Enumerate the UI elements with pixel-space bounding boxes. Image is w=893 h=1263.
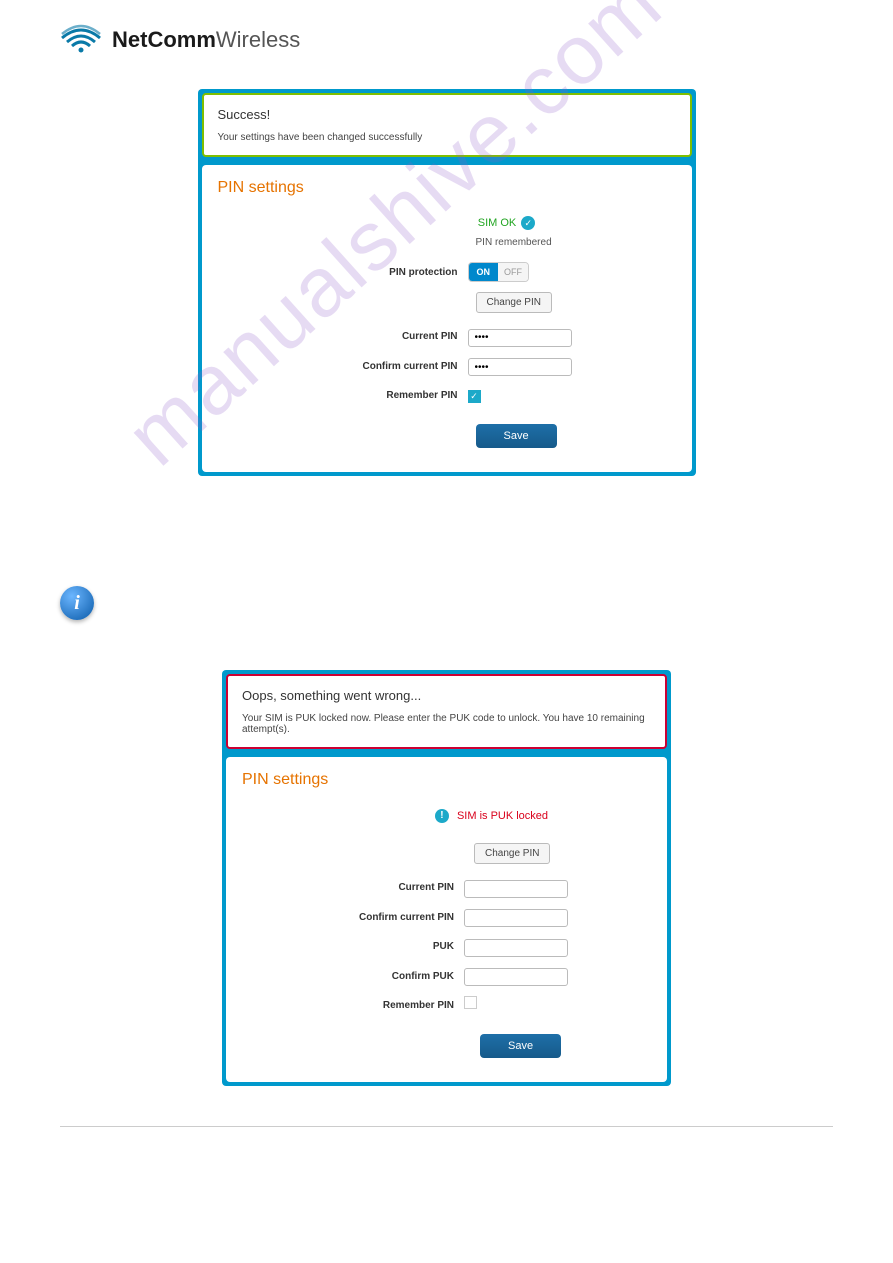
panel-title: PIN settings	[218, 179, 676, 197]
confirm-current-pin-label-2: Confirm current PIN	[242, 912, 464, 923]
confirm-current-pin-label: Confirm current PIN	[218, 361, 468, 372]
remember-pin-label: Remember PIN	[218, 390, 468, 401]
current-pin-input[interactable]	[468, 329, 572, 347]
info-note: i	[60, 586, 833, 620]
puk-label: PUK	[242, 941, 464, 952]
screenshot-success: Success! Your settings have been changed…	[198, 89, 696, 476]
brand-light: Wireless	[216, 27, 300, 52]
change-pin-button-locked[interactable]: Change PIN	[474, 843, 550, 864]
pin-protection-label: PIN protection	[218, 267, 468, 278]
remember-pin-label-2: Remember PIN	[242, 1000, 464, 1011]
screenshot-error: Oops, something went wrong... Your SIM i…	[222, 670, 671, 1086]
sim-locked-label: SIM is PUK locked	[457, 810, 548, 822]
confirm-puk-label: Confirm PUK	[242, 971, 464, 982]
toggle-on: ON	[469, 263, 499, 281]
pin-settings-panel-locked: PIN settings ! SIM is PUK locked Change …	[226, 757, 667, 1082]
error-banner: Oops, something went wrong... Your SIM i…	[226, 674, 667, 749]
sim-status-ok: SIM OK ✓	[478, 216, 536, 230]
success-banner: Success! Your settings have been changed…	[202, 93, 692, 157]
brand-text: NetCommWireless	[112, 27, 300, 53]
error-title: Oops, something went wrong...	[242, 688, 651, 703]
current-pin-label: Current PIN	[218, 331, 468, 342]
footer-divider	[60, 1126, 833, 1127]
success-text: Your settings have been changed successf…	[218, 132, 676, 143]
puk-input[interactable]	[464, 939, 568, 957]
toggle-off: OFF	[498, 263, 528, 281]
confirm-current-pin-input[interactable]	[468, 358, 572, 376]
brand-logo: NetCommWireless	[60, 20, 833, 59]
check-icon: ✓	[521, 216, 535, 230]
current-pin-input-2[interactable]	[464, 880, 568, 898]
sim-status-locked: ! SIM is PUK locked	[435, 809, 548, 823]
save-button[interactable]: Save	[476, 424, 557, 448]
confirm-puk-input[interactable]	[464, 968, 568, 986]
pin-protection-toggle[interactable]: ON OFF	[468, 262, 530, 282]
wifi-logo-icon	[60, 20, 102, 59]
current-pin-label-2: Current PIN	[242, 882, 464, 893]
alert-icon: !	[435, 809, 449, 823]
save-button-2[interactable]: Save	[480, 1034, 561, 1058]
confirm-current-pin-input-2[interactable]	[464, 909, 568, 927]
sim-ok-label: SIM OK	[478, 217, 517, 229]
remember-pin-checkbox-2[interactable]	[464, 996, 477, 1009]
panel-title-locked: PIN settings	[242, 771, 651, 789]
pin-settings-panel: PIN settings SIM OK ✓ PIN remembered PIN…	[202, 165, 692, 472]
remember-pin-checkbox[interactable]: ✓	[468, 390, 481, 403]
pin-remembered-label: PIN remembered	[476, 237, 676, 248]
success-title: Success!	[218, 107, 676, 122]
info-icon: i	[60, 586, 94, 620]
brand-bold: NetComm	[112, 27, 216, 52]
change-pin-button[interactable]: Change PIN	[476, 292, 552, 313]
error-text: Your SIM is PUK locked now. Please enter…	[242, 713, 651, 735]
